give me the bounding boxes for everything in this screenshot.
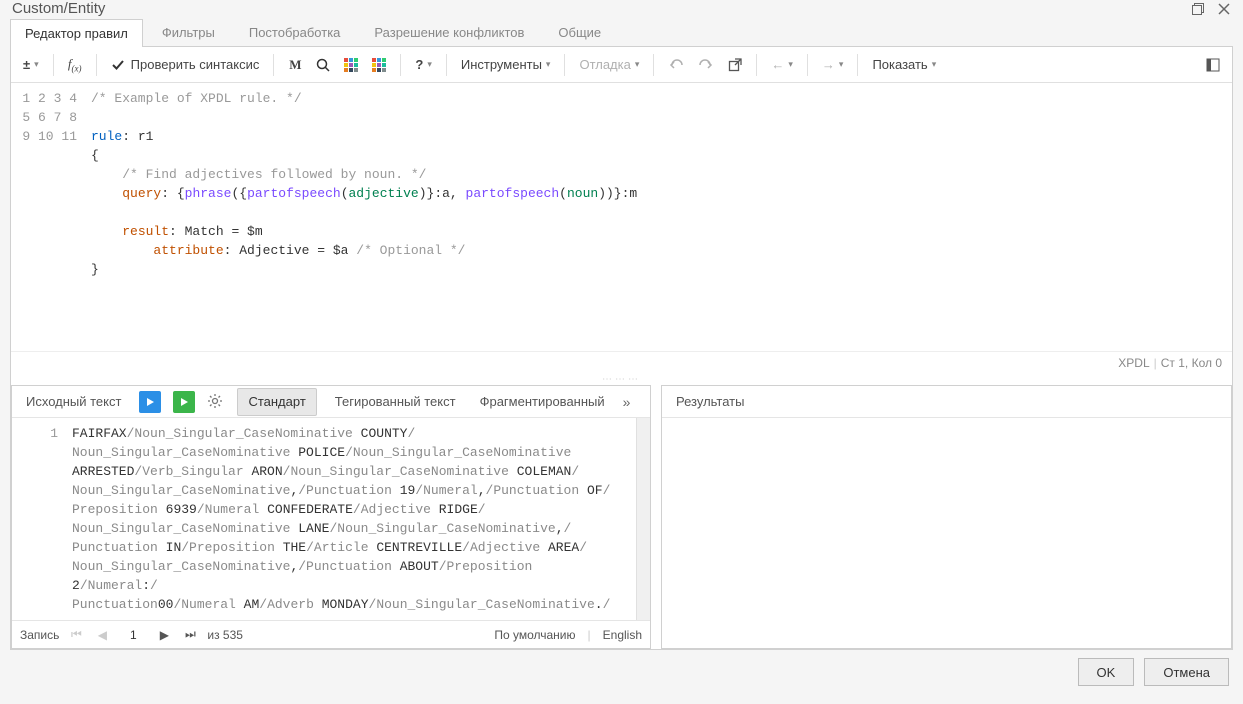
chevron-right-icon[interactable]: » bbox=[623, 394, 631, 410]
tagged-view: 1 FAIRFAX/Noun_Singular_CaseNominative C… bbox=[12, 418, 650, 620]
toolbar: ±▾ f(x) Проверить синтаксис M bbox=[11, 47, 1232, 83]
grid-button[interactable] bbox=[366, 52, 392, 78]
gear-icon[interactable] bbox=[207, 393, 225, 411]
fx-button[interactable]: f(x) bbox=[62, 52, 88, 78]
source-text-label: Исходный текст bbox=[20, 390, 127, 413]
redo-button[interactable] bbox=[692, 52, 720, 78]
lang-default[interactable]: По умолчанию bbox=[494, 628, 575, 642]
results-body bbox=[662, 418, 1231, 648]
show-label: Показать bbox=[872, 57, 927, 72]
grid-color-button[interactable] bbox=[338, 52, 364, 78]
debug-button[interactable]: Отладка▾ bbox=[573, 52, 645, 78]
splitter[interactable]: ⋯⋯⋯ bbox=[11, 373, 1232, 385]
standard-button[interactable]: Стандарт bbox=[237, 388, 316, 416]
status-position: Ст 1, Кол 0 bbox=[1161, 356, 1222, 370]
nav-forward-button[interactable]: →▾ bbox=[816, 52, 850, 78]
record-total: из 535 bbox=[207, 628, 243, 642]
show-button[interactable]: Показать▾ bbox=[866, 52, 942, 78]
tab-conflict-resolution[interactable]: Разрешение конфликтов bbox=[359, 18, 539, 46]
main: Редактор правил Фильтры Постобработка Ра… bbox=[0, 17, 1243, 704]
close-icon[interactable] bbox=[1217, 2, 1231, 16]
m-button[interactable]: M bbox=[282, 52, 308, 78]
status-lang: XPDL bbox=[1118, 356, 1149, 370]
record-number-input[interactable] bbox=[119, 628, 147, 642]
diff-button[interactable]: ±▾ bbox=[17, 52, 45, 78]
tagged-gutter: 1 bbox=[12, 418, 72, 620]
run-all-button[interactable] bbox=[173, 391, 195, 413]
tagged-code[interactable]: FAIRFAX/Noun_Singular_CaseNominative COU… bbox=[72, 418, 636, 620]
fragmented-tab[interactable]: Фрагментированный bbox=[474, 390, 611, 413]
first-record-button[interactable]: ⏮ bbox=[67, 626, 85, 644]
check-syntax-label: Проверить синтаксис bbox=[131, 57, 260, 72]
panel: ±▾ f(x) Проверить синтаксис M bbox=[10, 47, 1233, 650]
source-panel: Исходный текст Стандарт Тегированный тек… bbox=[11, 385, 651, 649]
run-button[interactable] bbox=[139, 391, 161, 413]
restore-icon[interactable] bbox=[1191, 2, 1205, 16]
window-title: Custom/Entity bbox=[12, 0, 105, 17]
tab-postprocessing[interactable]: Постобработка bbox=[234, 18, 356, 46]
nav-back-button[interactable]: ←▾ bbox=[765, 52, 799, 78]
record-label: Запись bbox=[20, 628, 59, 642]
last-record-button[interactable]: ⏭ bbox=[181, 626, 199, 644]
results-panel: Результаты bbox=[661, 385, 1232, 649]
titlebar: Custom/Entity bbox=[0, 0, 1243, 17]
editor-statusbar: XPDL | Ст 1, Кол 0 bbox=[11, 351, 1232, 373]
tab-rule-editor[interactable]: Редактор правил bbox=[10, 19, 143, 47]
zoom-button[interactable] bbox=[310, 52, 336, 78]
window: Custom/Entity Редактор правил Фильтры По… bbox=[0, 0, 1243, 701]
undo-button[interactable] bbox=[662, 52, 690, 78]
lang-english[interactable]: English bbox=[603, 628, 642, 642]
tools-button[interactable]: Инструменты▾ bbox=[455, 52, 557, 78]
results-label: Результаты bbox=[670, 390, 750, 413]
popout-button[interactable] bbox=[722, 52, 748, 78]
check-syntax-button[interactable]: Проверить синтаксис bbox=[105, 52, 266, 78]
prev-record-button[interactable]: ◀ bbox=[93, 626, 111, 644]
tools-label: Инструменты bbox=[461, 57, 542, 72]
next-record-button[interactable]: ▶ bbox=[155, 626, 173, 644]
tab-filters[interactable]: Фильтры bbox=[147, 18, 230, 46]
code-editor[interactable]: 1 2 3 4 5 6 7 8 9 10 11 /* Example of XP… bbox=[11, 83, 1232, 351]
tagged-text-tab[interactable]: Тегированный текст bbox=[329, 390, 462, 413]
cancel-button[interactable]: Отмена bbox=[1144, 658, 1229, 686]
footer: OK Отмена bbox=[10, 650, 1233, 694]
layout-button[interactable] bbox=[1200, 52, 1226, 78]
main-tabs: Редактор правил Фильтры Постобработка Ра… bbox=[10, 17, 1233, 47]
record-nav: Запись ⏮ ◀ ▶ ⏭ из 535 По умолчанию | Eng… bbox=[12, 620, 650, 648]
source-toolbar: Исходный текст Стандарт Тегированный тек… bbox=[12, 386, 650, 418]
debug-label: Отладка bbox=[579, 57, 630, 72]
results-header: Результаты bbox=[662, 386, 1231, 418]
tab-general[interactable]: Общие bbox=[543, 18, 616, 46]
ok-button[interactable]: OK bbox=[1078, 658, 1135, 686]
scrollbar[interactable] bbox=[636, 418, 650, 620]
editor-container: 1 2 3 4 5 6 7 8 9 10 11 /* Example of XP… bbox=[11, 83, 1232, 373]
lower-panels: Исходный текст Стандарт Тегированный тек… bbox=[11, 385, 1232, 649]
gutter: 1 2 3 4 5 6 7 8 9 10 11 bbox=[11, 83, 91, 351]
code-area[interactable]: /* Example of XPDL rule. */ rule: r1 { /… bbox=[91, 83, 1232, 351]
help-button[interactable]: ?▾ bbox=[409, 52, 437, 78]
